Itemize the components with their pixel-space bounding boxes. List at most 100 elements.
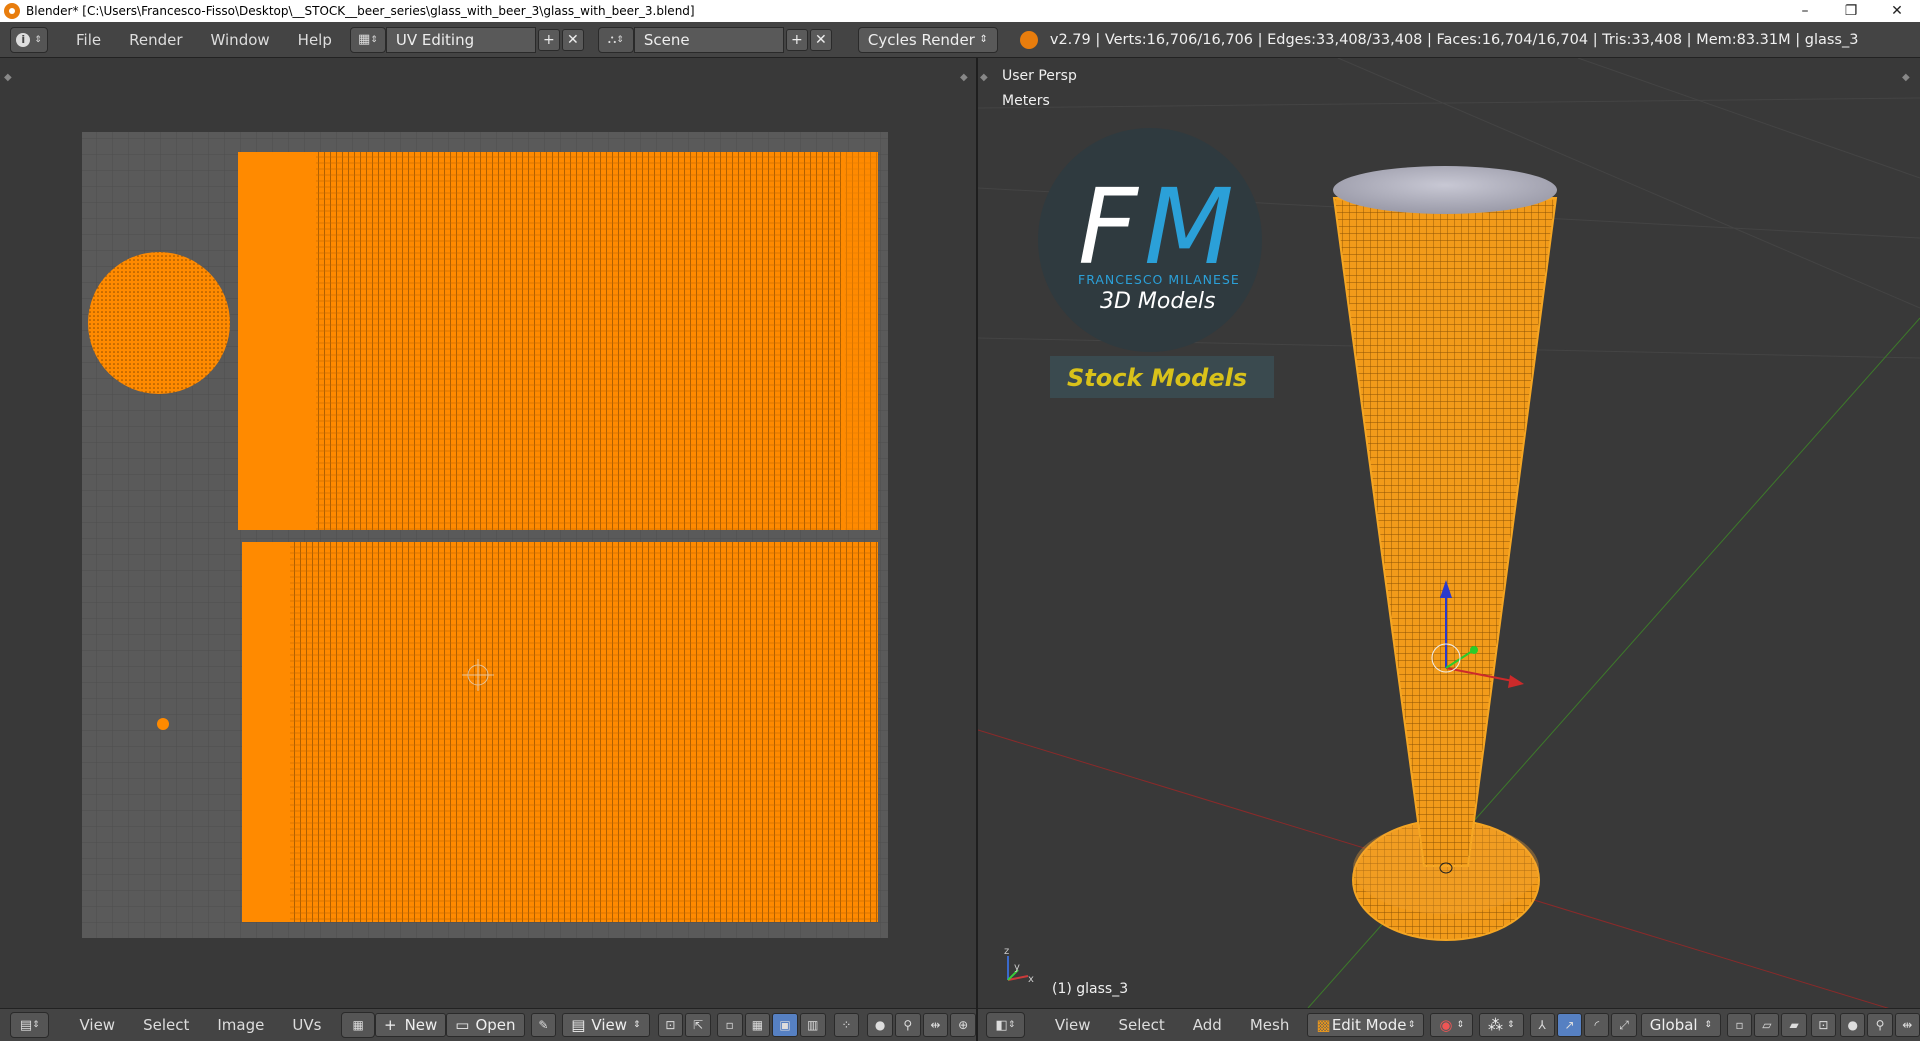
cube-icon: ◧	[995, 1017, 1008, 1033]
menu-window[interactable]: Window	[197, 31, 284, 49]
logo-banner-text: Stock Models	[1067, 364, 1247, 392]
editor-type-info-button[interactable]: i ⇕	[10, 26, 48, 53]
plus-icon: +	[383, 1016, 397, 1034]
menu-render[interactable]: Render	[115, 31, 196, 49]
scene-browse-button[interactable]: ⛬ ⇕	[597, 26, 634, 53]
scene-field[interactable]: Scene	[633, 26, 784, 53]
uv-island-dot[interactable]	[157, 718, 169, 730]
face-select-mode-icon[interactable]: ▰	[1781, 1013, 1807, 1037]
3d-viewport[interactable]: ◆ ◆ User Persp Meters F M FRANCESCO MILA…	[978, 58, 1920, 1008]
scale-manipulator-icon[interactable]: ⤢	[1611, 1013, 1637, 1037]
viewport-menu-select[interactable]: Select	[1105, 1016, 1179, 1034]
uv-menu-uvs[interactable]: UVs	[278, 1016, 335, 1034]
editor-type-uv-button[interactable]: ▤ ⇕	[10, 1012, 50, 1038]
pivot-icon[interactable]: ⊡	[657, 1013, 684, 1037]
chevron-updown-icon: ⇕	[979, 34, 988, 45]
rotate-manipulator-icon[interactable]: ◜	[1584, 1013, 1610, 1037]
limit-selection-icon[interactable]: ⊡	[1810, 1013, 1837, 1037]
uv-editor-header: ▤ ⇕ View Select Image UVs ▦ + New ▭ Open ✎ …	[0, 1008, 976, 1041]
logo-f: F	[1078, 166, 1140, 288]
translate-manipulator-icon[interactable]: ↗	[1556, 1013, 1583, 1037]
remove-scene-icon[interactable]: ✕	[809, 28, 832, 51]
editor-type-3d-button[interactable]: ◧ ⇕	[986, 1012, 1025, 1038]
scene-icon: ⛬	[607, 32, 617, 46]
uv-menu-image[interactable]: Image	[203, 1016, 278, 1034]
blender-logo-icon	[1019, 30, 1038, 49]
proportional-edit-icon[interactable]: ●	[867, 1013, 893, 1037]
viewport-canvas[interactable]: F M FRANCESCO MILANESE 3D Models Stock M…	[978, 58, 1920, 1008]
chevron-updown-icon: ⇕	[32, 1020, 40, 1030]
uv-image-editor[interactable]: ◆ ◆	[0, 58, 976, 1008]
image-browse-button[interactable]: ▦	[341, 1012, 375, 1038]
face-select-icon[interactable]: ▣	[772, 1013, 798, 1037]
add-screen-icon[interactable]: +	[537, 28, 560, 51]
uv-canvas[interactable]	[0, 58, 976, 1008]
screen-layout-field[interactable]: UV Editing	[385, 26, 536, 53]
viewport-menu-mesh[interactable]: Mesh	[1236, 1016, 1304, 1034]
chevron-updown-icon: ⇕	[1507, 1020, 1515, 1030]
mode-select[interactable]: ▩ Edit Mode ⇕	[1307, 1013, 1425, 1037]
snap-element-icon[interactable]: ⇹	[1894, 1013, 1920, 1037]
chevron-updown-icon: ⇕	[633, 1020, 641, 1030]
minimize-button[interactable]: –	[1782, 0, 1828, 22]
menu-file[interactable]: File	[62, 31, 115, 49]
vertex-select-mode-icon[interactable]: ▫	[1726, 1013, 1753, 1037]
layout-grid-icon: ▦	[357, 32, 371, 47]
proportional-edit-icon[interactable]: ●	[1840, 1013, 1866, 1037]
transform-orientation-select[interactable]: Global ⇕	[1640, 1013, 1721, 1037]
render-engine-select[interactable]: Cycles Render ⇕	[857, 26, 998, 53]
uv-island-top-grid	[316, 152, 841, 530]
info-header: i ⇕ File Render Window Help ▦ ⇕ UV Editin…	[0, 22, 1920, 58]
viewport-menu-view[interactable]: View	[1041, 1016, 1105, 1034]
edge-select-icon[interactable]: ▦	[744, 1013, 771, 1037]
svg-text:x: x	[1028, 974, 1034, 985]
uv-island-circle[interactable]	[88, 252, 230, 394]
shading-icon: ◉	[1439, 1016, 1453, 1034]
logo-name: FRANCESCO MILANESE	[1078, 272, 1240, 287]
image-icon: ▦	[352, 1018, 364, 1032]
mode-label: Edit Mode	[1331, 1016, 1407, 1034]
edge-select-mode-icon[interactable]: ▱	[1754, 1013, 1780, 1037]
view-mode-icon: ▤	[571, 1016, 586, 1034]
glass-mesh[interactable]	[1332, 166, 1558, 941]
vertex-select-icon[interactable]: ▫	[716, 1013, 743, 1037]
uv-menu-view[interactable]: View	[65, 1016, 129, 1034]
folder-icon: ▭	[455, 1016, 470, 1034]
manipulator-toggle-icon[interactable]: ⅄	[1529, 1013, 1555, 1037]
logo-subtitle: 3D Models	[1100, 289, 1215, 314]
open-image-button[interactable]: ▭ Open	[446, 1013, 525, 1037]
close-button[interactable]: ✕	[1874, 0, 1920, 22]
new-label: New	[404, 1016, 438, 1034]
chevron-updown-icon: ⇕	[370, 34, 378, 45]
island-select-icon[interactable]: ▥	[799, 1013, 826, 1037]
render-engine-label: Cycles Render	[867, 30, 975, 49]
uv-island-top-edge	[845, 152, 878, 530]
pivot-point-select[interactable]: ⁂ ⇕	[1479, 1013, 1524, 1037]
open-label: Open	[475, 1016, 516, 1034]
chevron-updown-icon: ⇕	[1407, 1020, 1416, 1030]
sync-selection-icon[interactable]: ⇱	[685, 1013, 711, 1037]
window-title: Blender* [C:\Users\Francesco-Fisso\Deskt…	[26, 4, 695, 18]
menu-help[interactable]: Help	[284, 31, 346, 49]
chevron-updown-icon: ⇕	[1704, 1020, 1712, 1030]
view-mode-select[interactable]: ▤ View ⇕	[562, 1013, 650, 1037]
add-scene-icon[interactable]: +	[785, 28, 808, 51]
new-image-button[interactable]: + New	[374, 1013, 447, 1037]
remove-screen-icon[interactable]: ✕	[561, 28, 584, 51]
svg-text:z: z	[1004, 946, 1009, 957]
scene-stats: v2.79 | Verts:16,706/16,706 | Edges:33,4…	[1049, 31, 1859, 48]
viewport-menu-add[interactable]: Add	[1179, 1016, 1236, 1034]
view-mode-label: View	[591, 1016, 628, 1034]
viewport-shading-select[interactable]: ◉ ⇕	[1430, 1013, 1473, 1037]
snap-icon[interactable]: ⚲	[894, 1013, 921, 1037]
pin-icon[interactable]: ✎	[530, 1013, 557, 1037]
cursor-icon[interactable]: ⊕	[950, 1013, 976, 1037]
screen-layout-browse-button[interactable]: ▦ ⇕	[349, 26, 386, 53]
maximize-button[interactable]: ❐	[1828, 0, 1874, 22]
uv-sculpt-icon[interactable]: ⇹	[922, 1013, 949, 1037]
snap-icon[interactable]: ⚲	[1867, 1013, 1893, 1037]
sticky-select-icon[interactable]: ⁘	[833, 1013, 860, 1037]
orientation-label: Global	[1649, 1016, 1698, 1034]
uv-menu-select[interactable]: Select	[129, 1016, 203, 1034]
blender-logo-icon	[4, 3, 20, 19]
